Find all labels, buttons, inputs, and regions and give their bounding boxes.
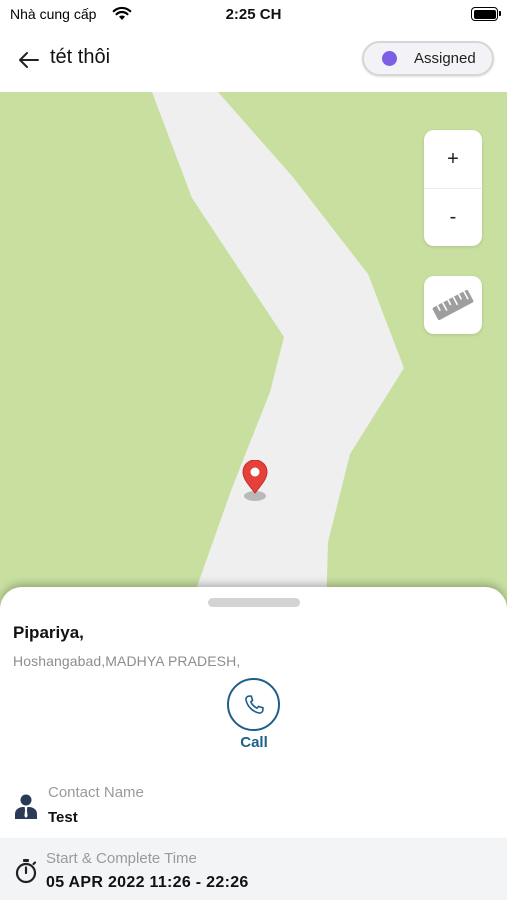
map-view[interactable]: + -	[0, 92, 507, 612]
time-row: Start & Complete Time 05 APR 2022 11:26 …	[0, 838, 507, 900]
status-bar: Nhà cung cấp 2:25 CH	[0, 0, 507, 30]
time-label: Start & Complete Time	[46, 850, 197, 867]
place-name: Pipariya,	[13, 623, 84, 642]
call-button[interactable]	[227, 678, 280, 731]
contact-row: Contact Name Test	[0, 773, 507, 837]
battery-tip	[499, 11, 501, 16]
status-label: Assigned	[414, 50, 476, 67]
contact-name-label: Contact Name	[48, 784, 144, 801]
sheet-handle[interactable]	[208, 598, 300, 607]
phone-icon	[244, 694, 264, 714]
zoom-in-button[interactable]: +	[424, 130, 482, 188]
status-dot	[382, 51, 397, 66]
back-button[interactable]	[14, 46, 44, 74]
call-label[interactable]: Call	[204, 734, 304, 751]
zoom-controls: + -	[424, 130, 482, 246]
arrow-left-icon	[19, 52, 39, 68]
measure-button[interactable]	[424, 276, 482, 334]
stopwatch-icon	[15, 859, 37, 884]
page-title: tét thôi	[50, 46, 111, 68]
map-pin-icon[interactable]	[241, 460, 269, 502]
battery-icon	[471, 7, 498, 21]
ruler-icon	[432, 289, 474, 321]
contact-name-value: Test	[48, 809, 78, 826]
top-bar: tét thôi Assigned	[0, 30, 507, 92]
place-address: Hoshangabad,MADHYA PRADESH,	[13, 653, 241, 669]
status-badge[interactable]: Assigned	[362, 41, 494, 76]
time-value: 05 APR 2022 11:26 - 22:26	[46, 874, 249, 891]
status-time: 2:25 CH	[225, 6, 282, 23]
location-details-sheet: Pipariya, Hoshangabad,MADHYA PRADESH, Ca…	[0, 587, 507, 900]
person-icon	[15, 794, 37, 819]
zoom-out-button[interactable]: -	[424, 188, 482, 246]
